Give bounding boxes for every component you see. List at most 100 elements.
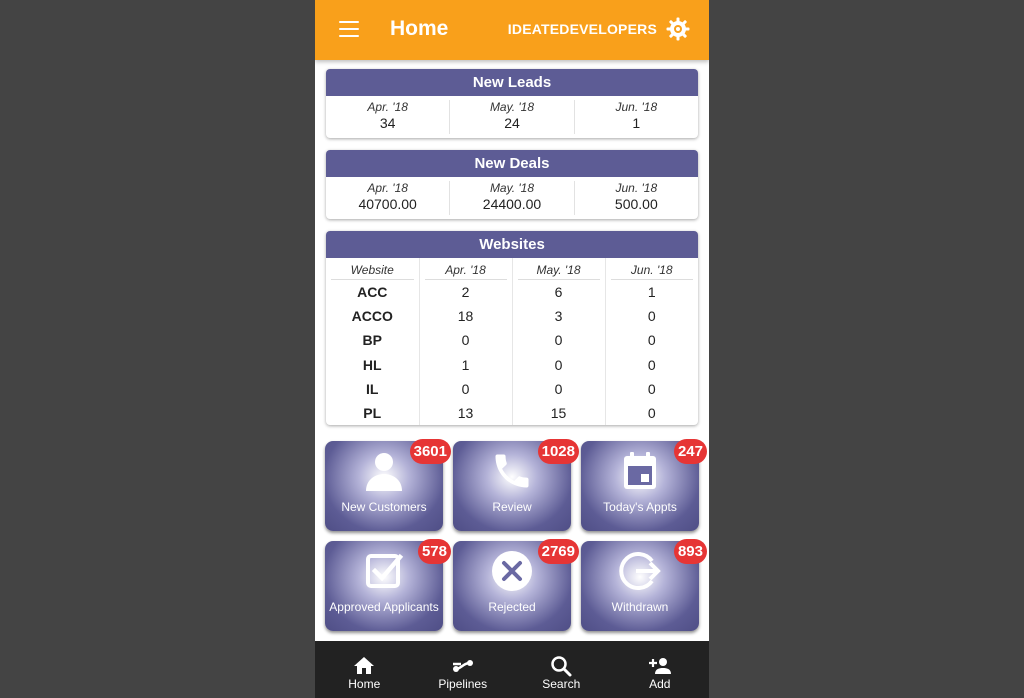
count-cell: 0 — [604, 376, 698, 401]
table-row: BP 0 0 0 — [326, 328, 698, 353]
new-deals-stat: Apr. '18 40700.00 — [326, 181, 451, 215]
new-deals-stat: May. '18 24400.00 — [450, 181, 575, 215]
table-row: IL 0 0 0 — [326, 376, 698, 401]
website-cell: ACCO — [351, 308, 393, 325]
checkbox-icon — [366, 553, 404, 588]
column-header: Website — [326, 258, 419, 280]
nav-pipelines[interactable]: Pipelines — [414, 641, 513, 698]
count-cell: 1 — [604, 280, 698, 305]
nav-home[interactable]: Home — [315, 641, 414, 698]
count-cell: 1 — [418, 352, 512, 377]
new-deals-stat: Jun. '18 500.00 — [575, 181, 698, 215]
hamburger-menu-icon[interactable] — [339, 21, 359, 37]
table-row: ACCO 18 3 0 — [326, 304, 698, 329]
new-customers-tile[interactable]: New Customers 3601 — [325, 439, 451, 531]
home-icon — [354, 657, 375, 674]
page-title: Home — [390, 17, 449, 40]
pipeline-icon — [452, 660, 473, 672]
count-badge: 893 — [673, 539, 707, 564]
app-bar: Home IDEATEDEVELOPERS — [315, 0, 709, 60]
stat-month: Apr. '18 — [367, 181, 408, 195]
website-cell: PL — [363, 405, 382, 422]
websites-title: Websites — [326, 231, 698, 258]
calendar-icon — [624, 452, 656, 489]
count-badge: 2769 — [537, 539, 579, 564]
count-cell: 0 — [511, 328, 605, 353]
withdrawn-tile[interactable]: Withdrawn 893 — [581, 539, 707, 631]
new-leads-title: New Leads — [326, 69, 698, 96]
count-badge: 1028 — [537, 439, 579, 464]
stat-month: Apr. '18 — [367, 100, 408, 114]
stat-value: 24 — [504, 115, 520, 131]
stat-value: 24400.00 — [482, 196, 542, 212]
bottom-navigation: Home Pipelines Search Add — [315, 641, 709, 698]
exit-arrow-icon — [619, 552, 661, 590]
review-tile[interactable]: Review 1028 — [453, 439, 579, 531]
count-cell: 0 — [418, 376, 512, 401]
count-cell: 18 — [418, 304, 512, 329]
nav-search[interactable]: Search — [512, 641, 611, 698]
column-header: May. '18 — [511, 258, 605, 280]
stat-month: May. '18 — [489, 181, 535, 195]
new-leads-card: New Leads Apr. '18 34 May. '18 24 Jun. '… — [326, 69, 698, 138]
nav-label: Add — [649, 677, 671, 691]
website-cell: ACC — [357, 284, 388, 301]
gear-icon[interactable] — [666, 17, 690, 41]
stat-value: 1 — [632, 115, 641, 131]
new-leads-stat: Apr. '18 34 — [326, 100, 451, 134]
count-badge: 3601 — [409, 439, 451, 464]
count-cell: 0 — [604, 352, 698, 377]
approved-applicants-tile[interactable]: Approved Applicants 578 — [325, 539, 451, 631]
add-person-icon — [648, 658, 671, 674]
column-header: Apr. '18 — [418, 258, 512, 280]
count-cell: 15 — [511, 400, 605, 426]
count-badge: 247 — [673, 439, 707, 464]
stat-month: Jun. '18 — [615, 181, 658, 195]
count-cell: 6 — [511, 280, 605, 305]
tile-label: Rejected — [488, 600, 536, 614]
search-icon — [551, 656, 572, 677]
organization-name: IDEATEDEVELOPERS — [507, 21, 657, 37]
column-header: Jun. '18 — [604, 258, 698, 280]
nav-label: Pipelines — [438, 677, 488, 691]
app-screen: Home IDEATEDEVELOPERS New Leads Apr. '18 — [315, 0, 709, 698]
count-cell: 0 — [418, 328, 512, 353]
tile-label: Withdrawn — [611, 600, 669, 614]
tile-label: Review — [492, 500, 532, 514]
websites-table: Website Apr. '18 May. '18 Jun. '18 ACC 2… — [326, 258, 698, 426]
count-cell: 0 — [511, 352, 605, 377]
tile-label: Today's Appts — [603, 500, 677, 514]
count-cell: 0 — [604, 304, 698, 329]
count-cell: 3 — [511, 304, 605, 329]
count-badge: 578 — [417, 539, 451, 564]
todays-appts-tile[interactable]: Today's Appts 247 — [581, 439, 707, 531]
website-cell: BP — [362, 332, 382, 349]
nav-label: Home — [348, 677, 381, 691]
stat-month: Jun. '18 — [615, 100, 658, 114]
table-row: ACC 2 6 1 — [326, 280, 698, 305]
new-deals-card: New Deals Apr. '18 40700.00 May. '18 244… — [326, 150, 698, 219]
tile-label: New Customers — [341, 500, 427, 514]
nav-label: Search — [542, 677, 581, 691]
new-leads-stat: Jun. '18 1 — [575, 100, 698, 134]
count-cell: 13 — [418, 400, 512, 426]
website-cell: HL — [362, 356, 382, 373]
nav-add[interactable]: Add — [611, 641, 710, 698]
new-deals-title: New Deals — [326, 150, 698, 177]
phone-icon — [495, 454, 529, 488]
stat-value: 500.00 — [614, 196, 658, 212]
rejected-tile[interactable]: Rejected 2769 — [453, 539, 579, 631]
count-cell: 0 — [604, 328, 698, 353]
stat-month: May. '18 — [489, 100, 535, 114]
table-row: HL 1 0 0 — [326, 352, 698, 377]
person-icon — [366, 453, 402, 491]
new-leads-stat: May. '18 24 — [450, 100, 575, 134]
cancel-circle-icon — [492, 551, 532, 591]
tile-label: Approved Applicants — [329, 600, 439, 614]
stat-value: 34 — [379, 115, 396, 131]
websites-card: Websites Website Apr. '18 May. '18 Jun. … — [326, 231, 698, 426]
count-cell: 0 — [511, 376, 605, 401]
count-cell: 0 — [604, 400, 698, 426]
stat-value: 40700.00 — [358, 196, 417, 212]
table-row: PL 13 15 0 — [326, 400, 698, 426]
